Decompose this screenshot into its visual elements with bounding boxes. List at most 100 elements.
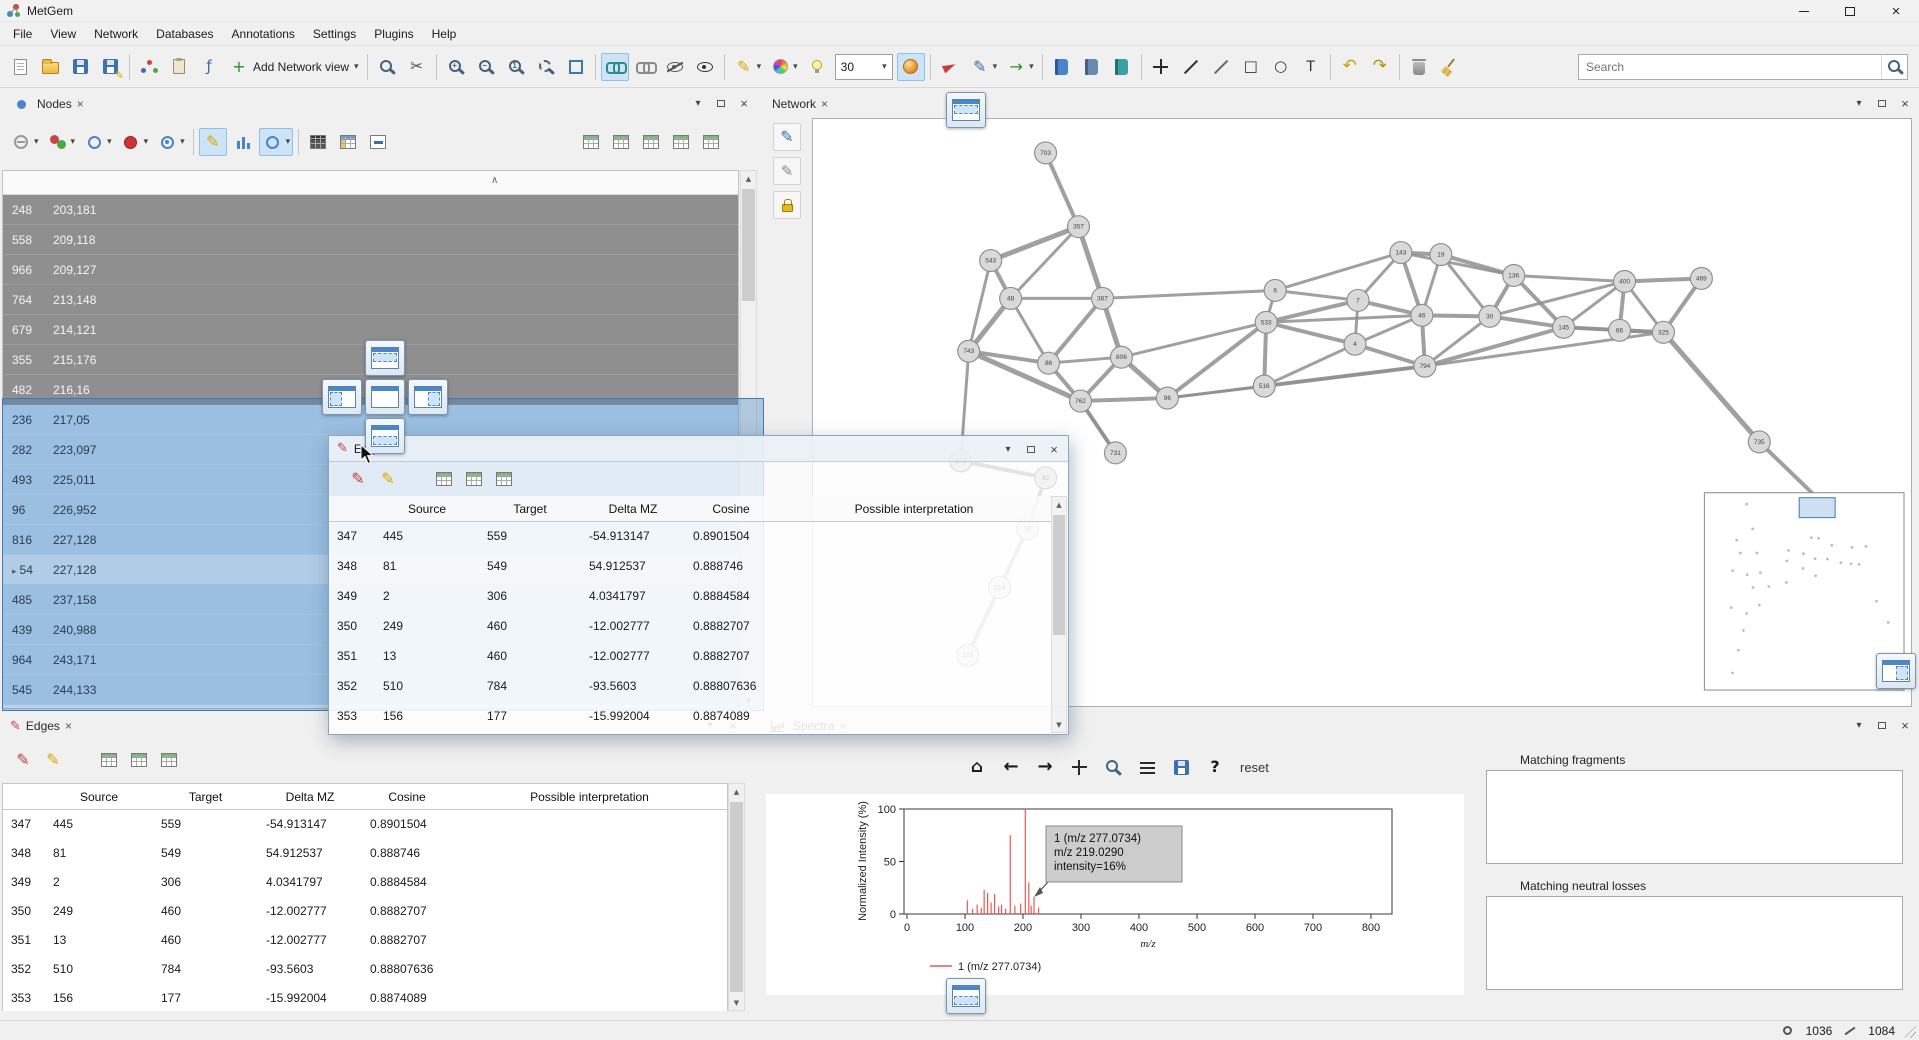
close-button[interactable] (1873, 0, 1919, 22)
dock-right-indicator[interactable] (408, 379, 448, 415)
nodes-maximize-button[interactable] (713, 95, 729, 111)
configure-subplots-button[interactable] (1133, 753, 1161, 781)
edges-table-row[interactable]: 353156177-15.9920040.8874089 (329, 702, 1051, 732)
edges-table-row[interactable]: 3488154954.9125370.888746 (3, 839, 727, 868)
network-float-button[interactable] (1851, 95, 1867, 111)
table-view-button-1[interactable] (430, 465, 458, 493)
table-view-button-3[interactable] (490, 465, 518, 493)
plot-column-button[interactable] (229, 128, 257, 156)
edges-table-row[interactable]: 347445559-54.9131470.8901504 (329, 522, 1051, 552)
spectra-close-button[interactable] (1897, 717, 1913, 733)
dock-bottom-edge-indicator[interactable] (946, 978, 986, 1014)
edges-table-row[interactable]: 350249460-12.0027770.8882707 (3, 897, 727, 926)
edges-table-row[interactable]: 35113460-12.0027770.8882707 (3, 926, 727, 955)
floating-float-button[interactable] (1000, 441, 1016, 457)
edges-table-row[interactable]: 352510784-93.56030.88807636 (329, 672, 1051, 702)
zoom-out-button[interactable]: − (472, 53, 500, 81)
table-view-button-3[interactable] (637, 128, 665, 156)
floating-close-button[interactable] (1046, 441, 1062, 457)
show-all-button[interactable] (691, 53, 719, 81)
neighbors-button[interactable] (803, 53, 831, 81)
save-figure-button[interactable] (1167, 753, 1195, 781)
nodes-close-button[interactable] (736, 95, 752, 111)
nodes-table-row[interactable]: 764213,148 (3, 285, 738, 315)
menu-settings[interactable]: Settings (304, 24, 365, 44)
add-network-view-button[interactable]: +Add Network view▾ (225, 53, 362, 81)
table-view-button-2[interactable] (460, 465, 488, 493)
tab-nodes-close-icon[interactable] (77, 97, 84, 111)
nodes-table-header[interactable] (3, 171, 738, 195)
pie-charts-button[interactable] (936, 53, 964, 81)
menu-databases[interactable]: Databases (147, 24, 222, 44)
matching-neutral-losses-box[interactable] (1486, 896, 1903, 990)
nodes-table-row[interactable]: 558209,118 (3, 225, 738, 255)
edges-table-row[interactable]: 34923064.03417970.8884584 (3, 868, 727, 897)
scroll-up-icon[interactable] (729, 784, 744, 799)
delete-button[interactable] (1405, 53, 1433, 81)
dock-left-indicator[interactable] (322, 379, 362, 415)
pan-tool-button[interactable] (1065, 753, 1093, 781)
forward-view-button[interactable]: → (1031, 753, 1059, 781)
highlight-selection-button[interactable]: ✎ (199, 128, 227, 156)
draw-button[interactable]: ✎ (773, 157, 801, 185)
line-tool-button[interactable] (1177, 53, 1205, 81)
view-metadata-button[interactable] (1108, 53, 1136, 81)
view-databases-button[interactable] (1048, 53, 1076, 81)
open-project-button[interactable] (36, 53, 64, 81)
network-close-button[interactable] (1897, 95, 1913, 111)
column-header[interactable]: Target (479, 496, 581, 521)
zoom-reset-button[interactable]: 1 (502, 53, 530, 81)
annotate-button[interactable]: ✎ (773, 123, 801, 151)
edges-table-row[interactable]: 347445559-54.9131470.8901504 (3, 810, 727, 839)
hide-columns-button[interactable] (364, 128, 392, 156)
node-size-combo[interactable]: 30▾ (835, 54, 893, 80)
import-metadata-button[interactable] (165, 53, 193, 81)
edges-table-row[interactable]: 353156177-15.9920040.8874089 (3, 984, 727, 1011)
scroll-thumb[interactable] (1053, 515, 1065, 635)
highlight-tool-button[interactable]: ✎▾ (730, 53, 765, 81)
menu-network[interactable]: Network (85, 24, 147, 44)
clear-annotations-button[interactable] (1435, 53, 1463, 81)
column-header[interactable]: Cosine (685, 496, 777, 521)
size-mapping-button[interactable]: ▾ (80, 128, 115, 156)
column-header[interactable]: Source (375, 496, 479, 521)
edges-table-row[interactable]: 352510784-93.56030.88807636 (3, 955, 727, 984)
unlink-views-button[interactable] (631, 53, 659, 81)
redo-button[interactable]: ↷ (1366, 53, 1394, 81)
menu-file[interactable]: File (4, 24, 41, 44)
find-button[interactable] (373, 53, 401, 81)
help-button[interactable]: ? (1201, 753, 1229, 781)
search-button[interactable] (1881, 55, 1907, 79)
back-view-button[interactable]: ← (997, 753, 1025, 781)
edges-table-row[interactable]: 3488154954.9125370.888746 (329, 552, 1051, 582)
pie-mapping-button[interactable]: ▾ (117, 128, 152, 156)
floating-scrollbar[interactable] (1051, 496, 1067, 733)
tab-network[interactable]: Network (766, 93, 834, 115)
column-header[interactable]: Delta MZ (581, 496, 685, 521)
edit-styles-button[interactable]: ✎▾ (966, 53, 1001, 81)
nodes-table-row[interactable]: 966209,127 (3, 255, 738, 285)
table-view-button-1[interactable] (577, 128, 605, 156)
column-header[interactable]: Source (45, 784, 153, 809)
zoom-tool-button[interactable] (1099, 753, 1127, 781)
matching-fragments-box[interactable] (1486, 770, 1903, 864)
tab-edges-close-icon[interactable] (65, 719, 72, 733)
undo-button[interactable]: ↶ (1336, 53, 1364, 81)
minimap-viewport[interactable] (1799, 498, 1835, 518)
home-view-button[interactable]: ⌂ (963, 753, 991, 781)
zoom-to-selection-button[interactable] (532, 53, 560, 81)
scroll-down-icon[interactable] (1052, 717, 1066, 732)
menu-plugins[interactable]: Plugins (365, 24, 422, 44)
delete-edges-button[interactable]: ✂ (403, 53, 431, 81)
dock-center-indicator[interactable] (365, 379, 405, 415)
lock-layout-button[interactable] (773, 191, 801, 219)
zoom-in-button[interactable]: + (442, 53, 470, 81)
column-header[interactable]: Delta MZ (258, 784, 362, 809)
scroll-thumb[interactable] (730, 802, 743, 992)
scroll-thumb[interactable] (742, 189, 755, 301)
table-view-button-2[interactable] (125, 746, 153, 774)
highlight-edges-button[interactable]: ✎ (39, 746, 67, 774)
menu-view[interactable]: View (41, 24, 85, 44)
size-by-column-button[interactable] (897, 53, 925, 81)
process-file-button[interactable] (135, 53, 163, 81)
